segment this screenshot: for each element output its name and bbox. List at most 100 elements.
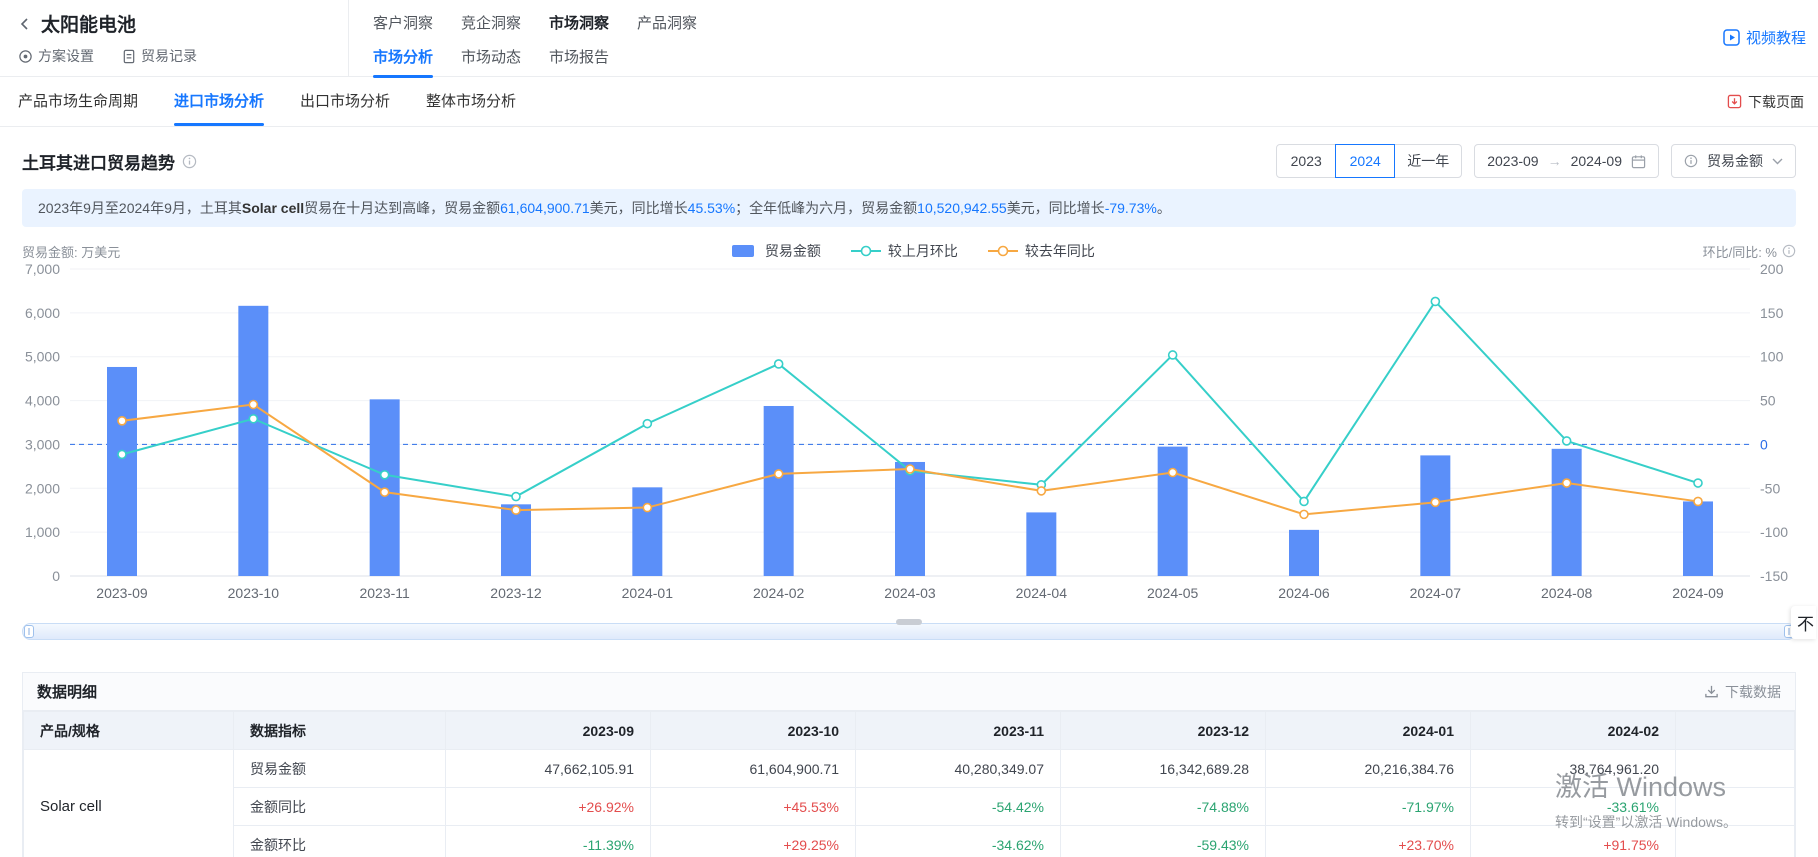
summary-segment: 。 [1157, 200, 1171, 216]
slider-notch[interactable] [896, 619, 922, 625]
svg-text:-150: -150 [1760, 568, 1788, 584]
date-to: 2024-09 [1571, 153, 1622, 169]
summary-banner: 2023年9月至2024年9月，土耳其Solar cell贸易在十月达到高峰，贸… [22, 189, 1796, 227]
info-icon[interactable] [182, 154, 197, 169]
value-cell-2023-12: -59.43% [1061, 826, 1266, 857]
year-range-buttons: 20232024近一年 [1276, 144, 1462, 178]
slider-handle-left[interactable] [24, 625, 34, 638]
summary-segment: ；全年低峰为六月，贸易金额 [735, 200, 917, 216]
legend-label: 较上月环比 [888, 241, 958, 261]
value-cell-2023-10: +45.53% [651, 788, 856, 826]
svg-text:0: 0 [1760, 436, 1768, 452]
marker-较上月环比-2023-10 [249, 415, 257, 423]
svg-text:2024-06: 2024-06 [1278, 585, 1330, 601]
svg-text:6,000: 6,000 [25, 305, 60, 321]
floating-button-cutoff[interactable]: 不 [1791, 606, 1816, 639]
value-cell-2024-02: 38,764,961.20 [1471, 750, 1676, 788]
indicator-cell: 金额环比 [234, 826, 446, 857]
marker-较去年同比-2023-11 [381, 488, 389, 496]
summary-segment: 45.53% [688, 200, 735, 216]
column-header-5: 2023-11 [856, 712, 1061, 750]
sub-tab-1[interactable]: 市场分析 [373, 46, 433, 78]
sub-tab-3[interactable]: 市场报告 [549, 46, 609, 78]
column-header-6: 2023-12 [1061, 712, 1266, 750]
nav-item-4[interactable]: 整体市场分析 [426, 77, 516, 126]
table-row-金额环比: 金额环比-11.39%+29.25%-34.62%-59.43%+23.70%+… [24, 826, 1795, 857]
legend-item-line-1[interactable]: 较上月环比 [851, 241, 958, 261]
trade-records-label: 贸易记录 [141, 46, 197, 66]
document-icon [122, 49, 136, 64]
marker-较去年同比-2023-09 [118, 417, 126, 425]
date-range-picker[interactable]: 2023-09 → 2024-09 [1474, 144, 1659, 178]
bar-2024-03 [895, 462, 925, 576]
bar-2024-01 [632, 487, 662, 576]
svg-text:2024-05: 2024-05 [1147, 585, 1199, 601]
svg-text:2024-09: 2024-09 [1672, 585, 1724, 601]
nav-item-2[interactable]: 进口市场分析 [174, 77, 264, 126]
marker-较上月环比-2024-08 [1563, 437, 1571, 445]
scheme-settings-link[interactable]: 方案设置 [18, 46, 94, 66]
chart-title: 土耳其进口贸易趋势 [22, 149, 175, 174]
svg-text:2023-12: 2023-12 [490, 585, 542, 601]
svg-text:5,000: 5,000 [25, 349, 60, 365]
year-button-2024[interactable]: 2024 [1335, 144, 1395, 178]
legend-item-line-2[interactable]: 较去年同比 [988, 241, 1095, 261]
marker-较去年同比-2023-10 [249, 400, 257, 408]
value-cell-2024-01: +23.70% [1266, 826, 1471, 857]
year-button-2023[interactable]: 2023 [1276, 144, 1336, 178]
marker-较去年同比-2024-07 [1431, 498, 1439, 506]
main-tab-2[interactable]: 竞企洞察 [461, 12, 521, 33]
year-button-近一年[interactable]: 近一年 [1394, 144, 1462, 178]
main-tab-4[interactable]: 产品洞察 [637, 12, 697, 33]
value-cell-2023-10: 61,604,900.71 [651, 750, 856, 788]
marker-较上月环比-2023-11 [381, 471, 389, 479]
datazoom-slider[interactable] [22, 623, 1796, 640]
download-page-button[interactable]: 下载页面 [1727, 77, 1804, 126]
svg-text:200: 200 [1760, 261, 1784, 277]
value-cell-2023-10: +29.25% [651, 826, 856, 857]
bar-2024-09 [1683, 501, 1713, 576]
value-cell-2023-09: -11.39% [446, 826, 651, 857]
svg-text:100: 100 [1760, 349, 1784, 365]
main-tab-3[interactable]: 市场洞察 [549, 12, 609, 33]
main-tab-1[interactable]: 客户洞察 [373, 12, 433, 33]
metric-select[interactable]: 贸易金额 [1671, 144, 1796, 178]
summary-segment: -79.73% [1105, 200, 1157, 216]
video-play-icon [1723, 29, 1740, 46]
svg-text:2024-08: 2024-08 [1541, 585, 1593, 601]
svg-text:-100: -100 [1760, 524, 1788, 540]
back-icon[interactable] [18, 17, 32, 31]
value-cell-2023-12: 16,342,689.28 [1061, 750, 1266, 788]
svg-text:2023-09: 2023-09 [96, 585, 148, 601]
marker-较去年同比-2024-01 [643, 504, 651, 512]
bar-2024-08 [1552, 449, 1582, 576]
left-axis-title: 贸易金额: 万美元 [22, 242, 120, 261]
value-cell-2024-01: 20,216,384.76 [1266, 750, 1471, 788]
svg-text:2024-07: 2024-07 [1410, 585, 1462, 601]
trend-chart[interactable]: 01,0002,0003,0004,0005,0006,0007,000-150… [22, 261, 1796, 611]
legend-bar-swatch [728, 244, 758, 258]
svg-text:0: 0 [52, 568, 60, 584]
marker-较上月环比-2024-05 [1169, 351, 1177, 359]
column-header-8: 2024-02 [1471, 712, 1676, 750]
download-data-button[interactable]: 下载数据 [1704, 682, 1781, 702]
metric-info-icon [1684, 154, 1698, 168]
svg-text:7,000: 7,000 [25, 261, 60, 277]
nav-items: 产品市场生命周期进口市场分析出口市场分析整体市场分析 [18, 77, 516, 126]
svg-text:50: 50 [1760, 393, 1776, 409]
trade-records-link[interactable]: 贸易记录 [122, 46, 197, 66]
marker-较去年同比-2024-06 [1300, 510, 1308, 518]
nav-item-3[interactable]: 出口市场分析 [300, 77, 390, 126]
legend-item-trade-amount[interactable]: 贸易金额 [728, 241, 821, 261]
marker-较上月环比-2023-12 [512, 493, 520, 501]
tabs-block: 客户洞察 竞企洞察 市场洞察 产品洞察 市场分析市场动态市场报告 [348, 0, 1818, 76]
bar-2024-06 [1289, 530, 1319, 576]
marker-较去年同比-2024-08 [1563, 479, 1571, 487]
sub-tab-2[interactable]: 市场动态 [461, 46, 521, 78]
video-tutorial-link[interactable]: 视频教程 [1723, 27, 1806, 48]
bar-2024-07 [1420, 455, 1450, 576]
axis-info-icon[interactable] [1782, 244, 1796, 258]
nav-item-1[interactable]: 产品市场生命周期 [18, 77, 138, 126]
summary-segment: 2023年9月至2024年9月，土耳其 [38, 200, 242, 216]
indicator-cell: 贸易金额 [234, 750, 446, 788]
